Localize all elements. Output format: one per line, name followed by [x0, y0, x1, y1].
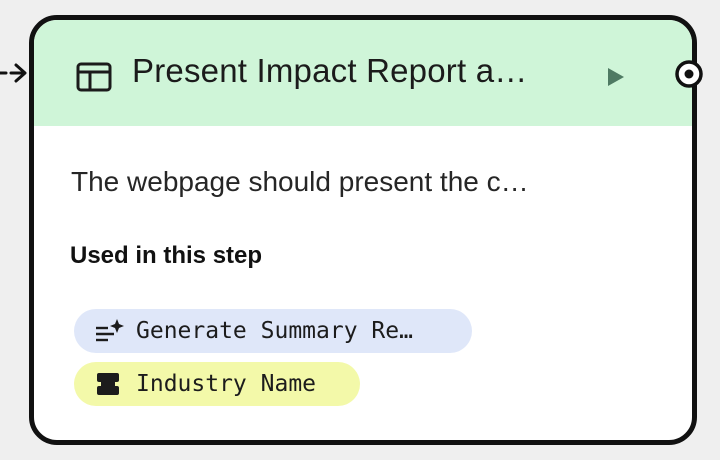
tool-chip-label: Generate Summary Re… — [136, 318, 413, 344]
input-chip-industry-name[interactable]: Industry Name — [74, 362, 360, 406]
text-sparkle-icon — [96, 319, 124, 342]
node-description: The webpage should present the c… — [71, 166, 529, 197]
node-header: Present Impact Report a… — [34, 20, 692, 126]
step-node-card[interactable]: Present Impact Report a… The webpage sho… — [29, 15, 697, 445]
node-title: Present Impact Report a… — [132, 52, 528, 89]
incoming-edge-arrow-icon — [0, 63, 27, 83]
input-chip-label: Industry Name — [136, 371, 317, 397]
used-in-step-heading: Used in this step — [70, 242, 263, 269]
tool-chip-generate-summary[interactable]: Generate Summary Re… — [74, 309, 472, 353]
web-layout-icon — [76, 62, 112, 92]
play-icon[interactable] — [602, 64, 628, 90]
input-bars-icon — [97, 373, 119, 395]
output-port-icon[interactable] — [674, 59, 704, 89]
